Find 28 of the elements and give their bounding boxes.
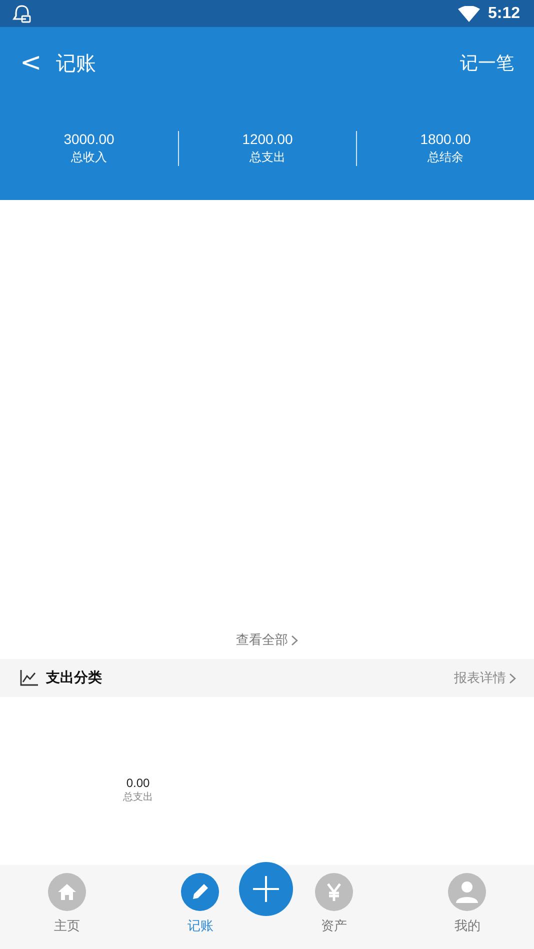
report-details-link[interactable]: 报表详情	[454, 669, 506, 687]
page-title: 记账	[56, 50, 96, 76]
add-button[interactable]	[239, 862, 293, 916]
summary-value: 1200.00	[242, 131, 293, 147]
wifi-icon	[458, 6, 480, 22]
status-time: 5:12	[488, 4, 520, 22]
chevron-right-icon	[509, 672, 516, 684]
summary-label: 总收入	[71, 149, 107, 166]
nav-item[interactable]: 资产	[314, 865, 353, 949]
chevron-right-icon	[291, 634, 298, 646]
summary-label: 总支出	[250, 149, 286, 166]
notification-icon	[12, 4, 32, 24]
nav-item[interactable]: 记账	[181, 865, 220, 949]
summary-value: 1800.00	[420, 131, 471, 147]
home-icon	[56, 881, 78, 903]
line-chart-icon	[20, 670, 38, 686]
view-all-link[interactable]: 查看全部	[236, 631, 288, 649]
nav-item[interactable]: 主页	[48, 865, 86, 949]
nav-item[interactable]: 我的	[448, 865, 486, 949]
summary-value: 3000.00	[64, 131, 114, 147]
plus-icon	[252, 875, 280, 903]
user-icon	[454, 879, 480, 905]
chart-total-label: 总支出	[123, 790, 153, 804]
section-title: 支出分类	[46, 669, 102, 687]
chart-total-value: 0.00	[126, 776, 150, 790]
summary-label: 总结余	[428, 149, 464, 166]
add-record-button[interactable]: 记一笔	[460, 51, 514, 75]
back-button[interactable]: <	[20, 50, 42, 76]
